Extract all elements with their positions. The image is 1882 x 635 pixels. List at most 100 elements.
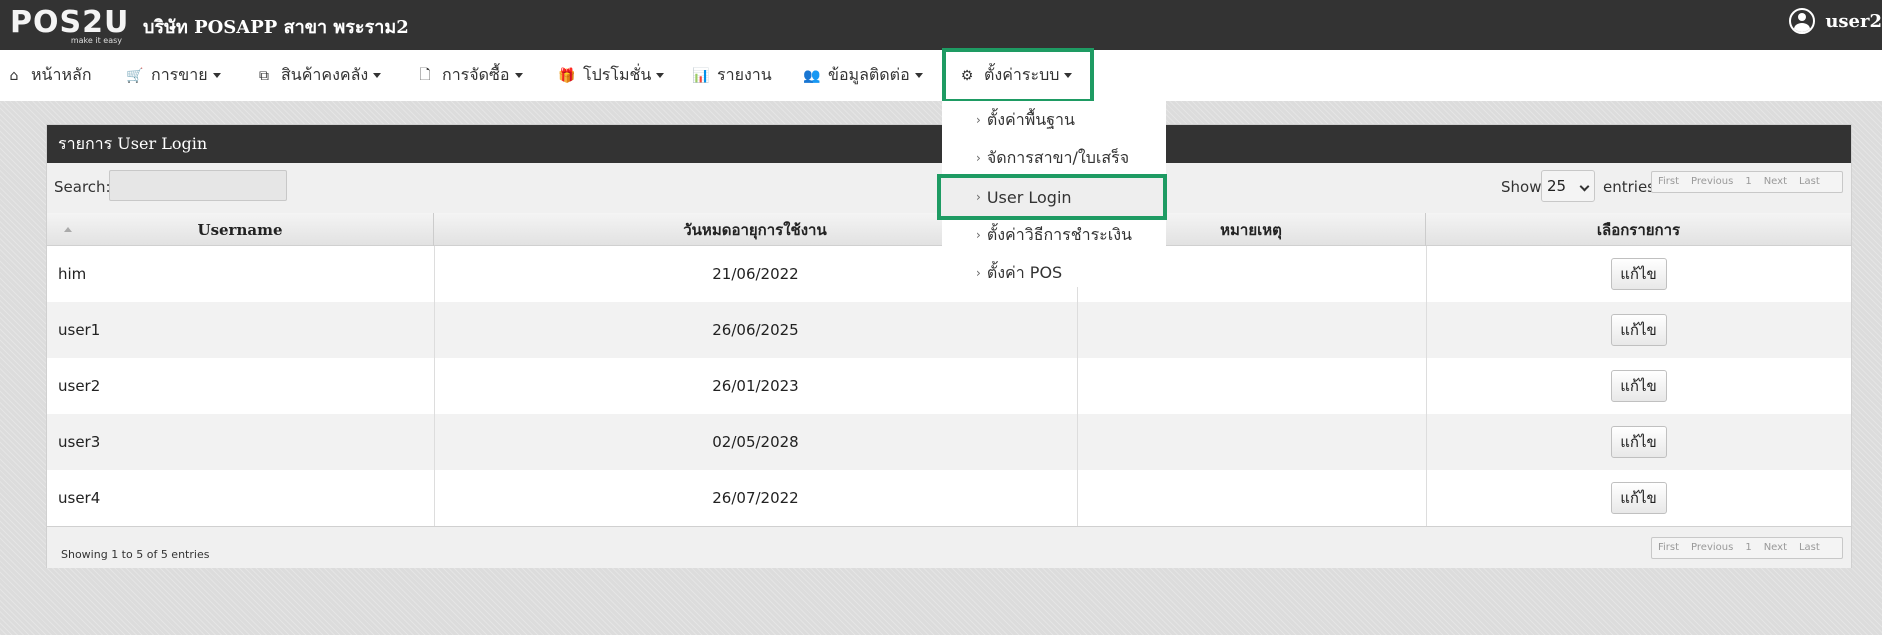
cell-action: แก้ไข (1426, 302, 1851, 358)
pager-previous[interactable]: Previous (1685, 538, 1739, 558)
nav-settings[interactable]: ⚙ ตั้งค่าระบบ (942, 48, 1094, 103)
document-icon: 🗋 (419, 66, 431, 83)
nav-home[interactable]: ⌂ หน้าหลัก (6, 50, 92, 101)
cell-expiry: 26/06/2025 (712, 321, 799, 339)
nav-report[interactable]: 📊 รายงาน (692, 50, 772, 101)
cell-note (1077, 414, 1426, 470)
pager-previous[interactable]: Previous (1685, 172, 1739, 192)
gear-icon: ⚙ (960, 67, 974, 84)
gift-icon: 🎁 (558, 67, 576, 84)
pagination-bottom: First Previous 1 Next Last (1651, 537, 1843, 559)
cell-action: แก้ไข (1426, 414, 1851, 470)
table-footer: Showing 1 to 5 of 5 entries (47, 526, 1851, 568)
nav-label: การจัดซื้อ (442, 65, 510, 84)
caret-down-icon (914, 73, 923, 78)
search-input[interactable] (109, 170, 287, 201)
pos2u-logo[interactable]: POS2U make it easy (10, 6, 128, 46)
col-label: เลือกรายการ (1596, 220, 1681, 239)
cubes-icon: ⧉ (259, 67, 269, 84)
pagination-top: First Previous 1 Next Last (1651, 171, 1843, 193)
nav-label: หน้าหลัก (31, 65, 92, 84)
cell-username: user3 (58, 433, 101, 451)
cell-action: แก้ไข (1426, 358, 1851, 414)
cell-username: user1 (58, 321, 101, 339)
pager-page[interactable]: 1 (1739, 538, 1757, 558)
chevron-right-icon: › (976, 266, 981, 280)
col-label: หมายเหตุ (1220, 220, 1282, 239)
chevron-down-icon (1579, 181, 1590, 192)
cell-action: แก้ไข (1426, 470, 1851, 526)
entries-info: Showing 1 to 5 of 5 entries (61, 548, 210, 561)
pager-last[interactable]: Last (1793, 172, 1826, 192)
chevron-right-icon: › (976, 151, 981, 165)
col-label: Username (197, 220, 283, 239)
user-menu[interactable]: user2 (1789, 8, 1882, 34)
menu-branch-receipt[interactable]: › จัดการสาขา/ใบเสร็จ (942, 139, 1166, 177)
col-label: วันหมดอายุการใช้งาน (683, 220, 827, 239)
pager-first[interactable]: First (1652, 172, 1685, 192)
bar-chart-icon: 📊 (692, 67, 710, 84)
cell-note (1077, 358, 1426, 414)
company-name: บริษัท POSAPP สาขา พระราม2 (143, 17, 409, 38)
nav-purchasing[interactable]: 🗋 การจัดซื้อ (417, 50, 523, 101)
user-circle-icon (1789, 8, 1816, 34)
menu-label: ตั้งค่า POS (986, 262, 1063, 282)
cell-username: user2 (58, 377, 101, 395)
nav-inventory[interactable]: ⧉ สินค้าคงคลัง (256, 50, 382, 101)
nav-label: ข้อมูลติดต่อ (828, 65, 910, 84)
table-row: user4 26/07/2022 แก้ไข (47, 470, 1851, 526)
cell-note (1077, 470, 1426, 526)
edit-button[interactable]: แก้ไข (1610, 314, 1667, 346)
chevron-right-icon: › (976, 190, 981, 204)
nav-contacts[interactable]: 👥 ข้อมูลติดต่อ (803, 50, 923, 101)
table-row: user2 26/01/2023 แก้ไข (47, 358, 1851, 414)
cell-username: user4 (58, 489, 101, 507)
nav-label: การขาย (151, 65, 208, 84)
pager-next[interactable]: Next (1758, 538, 1793, 558)
nav-promotion[interactable]: 🎁 โปรโมชั่น (558, 50, 665, 101)
logo-tagline: make it easy (70, 36, 122, 45)
menu-basic-settings[interactable]: › ตั้งค่าพื้นฐาน (942, 101, 1166, 139)
cell-expiry: 02/05/2028 (712, 433, 799, 451)
cart-icon: 🛒 (126, 67, 144, 84)
menu-pos-settings[interactable]: › ตั้งค่า POS (942, 254, 1166, 292)
chevron-right-icon: › (976, 113, 981, 127)
edit-button[interactable]: แก้ไข (1610, 482, 1667, 514)
pager-next[interactable]: Next (1758, 172, 1793, 192)
caret-down-icon (514, 73, 523, 78)
nav-label: โปรโมชั่น (583, 65, 652, 84)
menu-user-login[interactable]: › User Login (937, 174, 1167, 220)
cell-expiry: 26/07/2022 (712, 489, 799, 507)
menu-label: ตั้งค่าวิธีการชำระเงิน (986, 224, 1132, 244)
top-bar: POS2U make it easy บริษัท POSAPP สาขา พร… (0, 0, 1882, 50)
col-action[interactable]: เลือกรายการ (1426, 213, 1851, 246)
search-label: Search: (54, 178, 111, 196)
pager-last[interactable]: Last (1793, 538, 1826, 558)
chevron-right-icon: › (976, 228, 981, 242)
menu-payment-methods[interactable]: › ตั้งค่าวิธีการชำระเงิน (942, 216, 1166, 254)
nav-label: สินค้าคงคลัง (281, 65, 369, 84)
edit-button[interactable]: แก้ไข (1610, 370, 1667, 402)
nav-label: ตั้งค่าระบบ (984, 65, 1060, 84)
users-icon: 👥 (803, 67, 821, 84)
caret-down-icon (1064, 73, 1073, 78)
caret-down-icon (212, 73, 221, 78)
table-row: user1 26/06/2025 แก้ไข (47, 302, 1851, 358)
sort-asc-icon (64, 227, 72, 232)
menu-label: ตั้งค่าพื้นฐาน (986, 109, 1075, 129)
page-size-value: 25 (1547, 177, 1567, 195)
nav-label: รายงาน (717, 65, 772, 84)
cell-expiry: 26/01/2023 (712, 377, 799, 395)
edit-button[interactable]: แก้ไข (1610, 426, 1667, 458)
edit-button[interactable]: แก้ไข (1610, 258, 1667, 290)
settings-dropdown: › ตั้งค่าพื้นฐาน › จัดการสาขา/ใบเสร็จ › … (937, 101, 1167, 287)
nav-sales[interactable]: 🛒 การขาย (126, 50, 221, 101)
caret-down-icon (373, 73, 382, 78)
pager-first[interactable]: First (1652, 538, 1685, 558)
table-row: user3 02/05/2028 แก้ไข (47, 414, 1851, 470)
col-username[interactable]: Username (47, 213, 434, 246)
pager-page[interactable]: 1 (1739, 172, 1757, 192)
column-divider (1426, 246, 1427, 526)
menu-label: จัดการสาขา/ใบเสร็จ (986, 147, 1130, 167)
page-size-select[interactable]: 25 (1541, 170, 1595, 202)
